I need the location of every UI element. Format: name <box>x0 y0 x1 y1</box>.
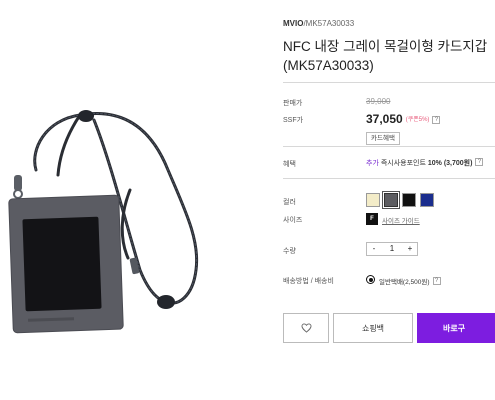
divider <box>283 146 495 147</box>
size-option-f[interactable]: F <box>366 213 378 225</box>
color-swatch-navy[interactable] <box>420 193 434 207</box>
color-swatch-black[interactable] <box>402 193 416 207</box>
size-guide-link[interactable]: 사이즈 가이드 <box>382 215 420 225</box>
color-swatch-cream[interactable] <box>366 193 380 207</box>
card-benefit-row: 카드혜택 <box>366 127 400 145</box>
benefit-plus: 추가 <box>366 160 379 167</box>
product-code: /MK57A30033 <box>303 19 355 28</box>
shipping-option: 일반택배(2,500원)? <box>379 276 441 286</box>
shipping-option-text: 일반택배(2,500원) <box>379 279 430 286</box>
quantity-stepper: - 1 + <box>366 242 418 256</box>
color-swatch-gray[interactable] <box>383 192 399 208</box>
quantity-input[interactable]: 1 <box>381 243 403 255</box>
benefit-desc: 즉시사용포인트 <box>378 160 428 167</box>
divider <box>283 82 495 83</box>
shipping-radio[interactable] <box>366 275 375 284</box>
quantity-label: 수량 <box>283 248 296 255</box>
shipping-label: 배송방법 / 배송비 <box>283 278 334 285</box>
card-wallet-illustration <box>8 110 199 334</box>
price-info-icon[interactable]: ? <box>432 116 441 124</box>
quantity-plus-button[interactable]: + <box>403 243 417 255</box>
brand-link[interactable]: MVIO <box>283 19 303 28</box>
product-title: NFC 내장 그레이 목걸이형 카드지갑 (MK57A30033) <box>283 37 495 75</box>
size-label: 사이즈 <box>283 217 303 224</box>
benefit-info-icon[interactable]: ? <box>475 158 484 166</box>
color-label: 컬러 <box>283 199 296 206</box>
product-title-line2: (MK57A30033) <box>283 58 374 73</box>
wishlist-button[interactable] <box>283 313 329 343</box>
product-info-panel: MVIO/MK57A30033 NFC 내장 그레이 목걸이형 카드지갑 (MK… <box>283 0 495 400</box>
list-price: 39,000 <box>366 97 391 106</box>
card-benefit-button[interactable]: 카드혜택 <box>366 132 400 145</box>
benefit-percent: 10% <box>427 160 442 167</box>
brand-code-line: MVIO/MK57A30033 <box>283 19 354 28</box>
benefit-label: 혜택 <box>283 161 296 168</box>
heart-icon <box>300 323 312 333</box>
benefit-text: 추가 즉시사용포인트 10% (3,700원)? <box>366 158 484 168</box>
buy-now-button[interactable]: 바로구 <box>417 313 495 343</box>
benefit-amount: (3,700원) <box>441 160 473 167</box>
quantity-minus-button[interactable]: - <box>367 243 381 255</box>
shopping-bag-button[interactable]: 쇼핑백 <box>333 313 413 343</box>
product-image <box>0 0 275 400</box>
ssf-price: 37,050 <box>366 112 403 126</box>
list-price-label: 판매가 <box>283 100 303 107</box>
coupon-discount: (쿠폰5%) <box>405 117 430 123</box>
ssf-price-label: SSF가 <box>283 117 304 124</box>
product-title-line1: NFC 내장 그레이 목걸이형 카드지갑 <box>283 39 488 54</box>
ssf-price-row: 37,050 (쿠폰5%)? <box>366 110 441 128</box>
divider <box>283 178 495 179</box>
shipping-info-icon[interactable]: ? <box>432 277 441 285</box>
